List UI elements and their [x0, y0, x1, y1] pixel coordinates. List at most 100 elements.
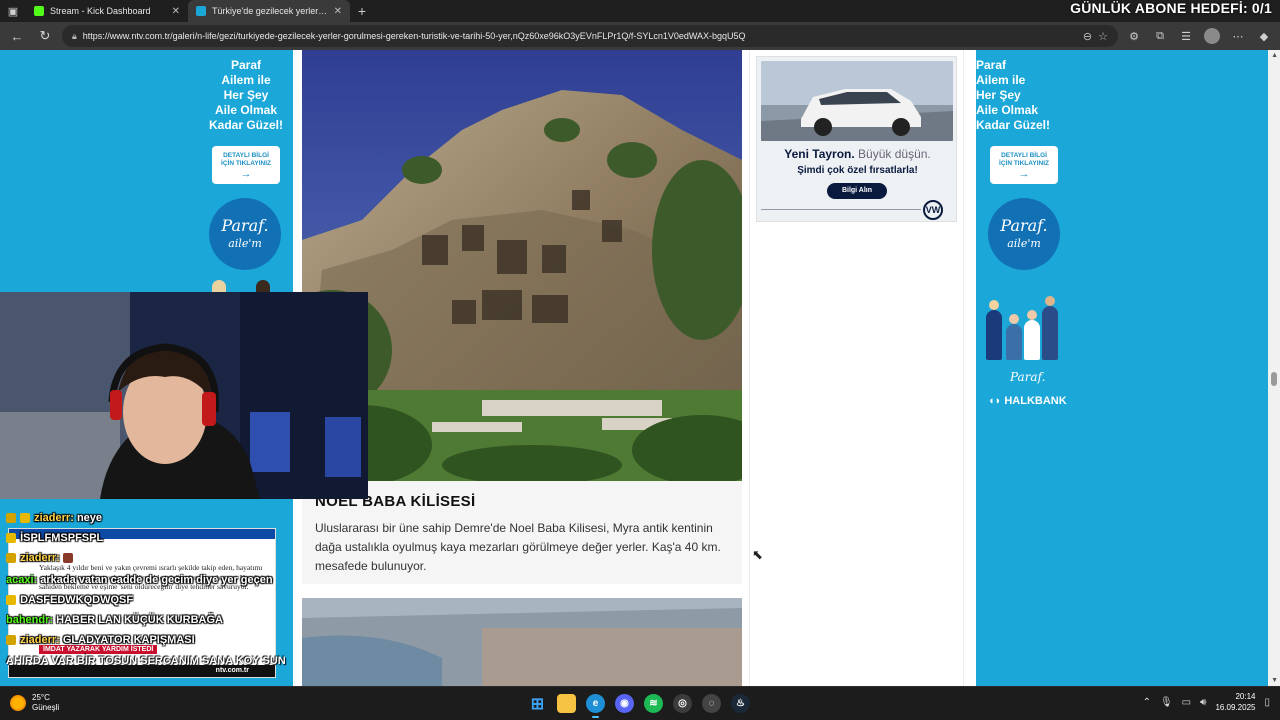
- emote-icon: [62, 553, 73, 564]
- slogan-line: Ailem ile: [221, 73, 271, 87]
- cta-line: İÇİN TIKLAYINIZ: [999, 160, 1049, 167]
- windows-start-icon[interactable]: ⊞: [528, 694, 547, 713]
- chat-bottom-message: AHIRDA VAR BİR TOSUN SERCANIM SANA KOY S…: [6, 655, 286, 667]
- more-menu-icon[interactable]: ⋯: [1228, 26, 1248, 46]
- scroll-thumb[interactable]: [1271, 372, 1277, 386]
- file-explorer-icon[interactable]: [557, 694, 576, 713]
- copilot-icon[interactable]: ◆: [1254, 26, 1274, 46]
- page-scrollbar[interactable]: ▲ ▼: [1268, 50, 1280, 686]
- close-tab-icon[interactable]: ✕: [334, 6, 342, 17]
- halkbank-mark-icon: ◖◗: [988, 395, 1002, 407]
- chat-message: ziaderr: neye: [6, 512, 102, 524]
- tab-title: Stream - Kick Dashboard: [50, 6, 151, 16]
- address-bar[interactable]: 🔒︎ https://www.ntv.com.tr/galeri/n-life/…: [62, 25, 1118, 47]
- chat-username: ziaderr:: [34, 512, 74, 524]
- clock-date: 16.09.2025: [1215, 703, 1256, 712]
- discord-icon[interactable]: ◉: [615, 694, 634, 713]
- volume-icon[interactable]: 🔊︎: [1200, 697, 1206, 708]
- favorites-icon[interactable]: ☰: [1176, 26, 1196, 46]
- taskbar-apps: ⊞ e ◉ ≋ ◎ ◌ ♨: [528, 694, 750, 718]
- vw-info-button[interactable]: Bilgi Alın: [827, 183, 887, 199]
- chevron-up-icon[interactable]: ⌃: [1143, 697, 1151, 708]
- scroll-down-icon[interactable]: ▼: [1271, 677, 1278, 684]
- chat-text: arkada vatan cadde de gecim diye yer geç…: [40, 574, 273, 586]
- scroll-up-icon[interactable]: ▲: [1271, 52, 1278, 59]
- weather-temp: 25°C: [32, 693, 50, 702]
- gallery-image-next[interactable]: [302, 598, 742, 686]
- family-photo: [984, 278, 1074, 360]
- new-tab-button[interactable]: +: [350, 0, 374, 22]
- ad-slogan: Paraf Ailem ile Her Şey Aile Olmak Kadar…: [976, 58, 1074, 133]
- reader-icon[interactable]: ⊖: [1083, 30, 1092, 43]
- chat-message: ziaderr:: [6, 552, 74, 564]
- chat-text: DASFEDWKQDWQSF: [20, 594, 134, 606]
- tab-actions-icon[interactable]: ▣: [0, 0, 26, 22]
- logo-main: Paraf.: [221, 216, 269, 235]
- rock-tombs-photo: [302, 50, 742, 481]
- vw-tayron-ad[interactable]: Yeni Tayron. Büyük düşün. Şimdi çok özel…: [756, 56, 957, 222]
- subscriber-goal-overlay: GÜNLÜK ABONE HEDEFİ: 0/1: [1070, 0, 1272, 16]
- chat-overlay: ziaderr: neye İSPLFMSPFSPL ziaderr: acax…: [6, 488, 336, 678]
- column-divider: [963, 50, 964, 686]
- network-icon[interactable]: ▭: [1182, 697, 1191, 708]
- moderator-badge-icon: [6, 553, 16, 564]
- steam-icon[interactable]: ♨: [731, 694, 750, 713]
- bank-name: HALKBANK: [1004, 395, 1067, 407]
- ad-slogan: Paraf Ailem ile Her Şey Aile Olmak Kadar…: [200, 58, 292, 133]
- kick-favicon-icon: [34, 6, 44, 16]
- close-tab-icon[interactable]: ✕: [172, 6, 180, 17]
- profile-avatar[interactable]: [1202, 26, 1222, 46]
- chat-username: acaxi:: [6, 574, 38, 586]
- recording-app-icon[interactable]: ◌: [702, 694, 721, 713]
- chat-message: bahendr: HABER LAN KÜÇÜK KURBAĞA: [6, 614, 223, 626]
- weather-desc: Güneşli: [32, 703, 60, 712]
- reload-button[interactable]: ↻: [34, 25, 56, 47]
- slogan-line: Kadar Güzel!: [208, 118, 283, 132]
- sun-icon: [10, 695, 26, 711]
- clock[interactable]: 20:14 16.09.2025: [1215, 691, 1255, 713]
- slogan-line: Aile Olmak: [976, 103, 1039, 117]
- gallery-item-text: Uluslararası bir üne sahip Demre'de Noel…: [315, 521, 721, 573]
- paraf-logo: Paraf. aile'm: [988, 198, 1060, 270]
- article-column: NOEL BABA KİLİSESİ Uluslararası bir üne …: [302, 50, 742, 686]
- spotify-icon[interactable]: ≋: [644, 694, 663, 713]
- logo-sub: aile'm: [1007, 237, 1041, 250]
- site-info-icon[interactable]: 🔒︎: [72, 31, 77, 42]
- moderator-badge-icon: [6, 513, 16, 524]
- paraf-logo: Paraf. aile'm: [209, 198, 281, 270]
- extensions-icon[interactable]: ⚙: [1124, 26, 1144, 46]
- logo-sub: aile'm: [228, 237, 262, 250]
- slogan-line: Her Şey: [223, 88, 269, 102]
- back-button[interactable]: ←: [6, 25, 28, 47]
- gallery-image-myra-tombs[interactable]: [302, 50, 742, 481]
- coastal-town-photo: [302, 598, 742, 686]
- tab-kick-dashboard[interactable]: Stream - Kick Dashboard ✕: [26, 0, 188, 22]
- chat-username: ziaderr:: [20, 552, 60, 564]
- favorite-star-icon[interactable]: ☆: [1098, 30, 1108, 43]
- subscriber-badge-icon: [6, 595, 16, 606]
- gallery-caption: NOEL BABA KİLİSESİ Uluslararası bir üne …: [302, 481, 742, 584]
- edge-browser-icon[interactable]: e: [586, 694, 605, 718]
- chat-text: GLADYATOR KAPIŞMASI: [62, 634, 195, 646]
- streamer-webcam: [0, 292, 368, 499]
- vw-headline: Yeni Tayron. Büyük düşün.: [757, 147, 958, 161]
- ad-cta-button[interactable]: DETAYLI BİLGİ İÇİN TIKLAYINIZ →: [990, 146, 1058, 184]
- microphone-icon[interactable]: 🎙︎: [1160, 697, 1173, 708]
- logo-main: Paraf.: [1000, 216, 1048, 235]
- subscriber-badge-icon: [20, 513, 31, 524]
- weather-widget[interactable]: 25°C Güneşli: [10, 693, 59, 713]
- split-screen-icon[interactable]: ⧉: [1150, 26, 1170, 46]
- headline-rest: Büyük düşün.: [858, 147, 931, 161]
- system-tray: ⌃ 🎙︎ ▭ 🔊︎ 20:14 16.09.2025 ▯: [1143, 691, 1270, 713]
- paraf-brand: Paraf.: [1010, 370, 1046, 384]
- tab-ntv-article[interactable]: Türkiye'de gezilecek yerler: Görülmesi ✕: [188, 0, 350, 22]
- subscriber-badge-icon: [6, 533, 16, 544]
- notifications-icon[interactable]: ▯: [1264, 697, 1270, 708]
- slogan-line: Her Şey: [976, 88, 1021, 102]
- obs-studio-icon[interactable]: ◎: [673, 694, 692, 713]
- arrow-right-icon: →: [1018, 168, 1030, 180]
- paraf-ad-right[interactable]: Paraf Ailem ile Her Şey Aile Olmak Kadar…: [976, 50, 1268, 686]
- chat-message: İSPLFMSPFSPL: [6, 532, 103, 544]
- mouse-cursor-icon: ⬉: [752, 547, 763, 562]
- ad-cta-button[interactable]: DETAYLI BİLGİ İÇİN TIKLAYINIZ →: [212, 146, 280, 184]
